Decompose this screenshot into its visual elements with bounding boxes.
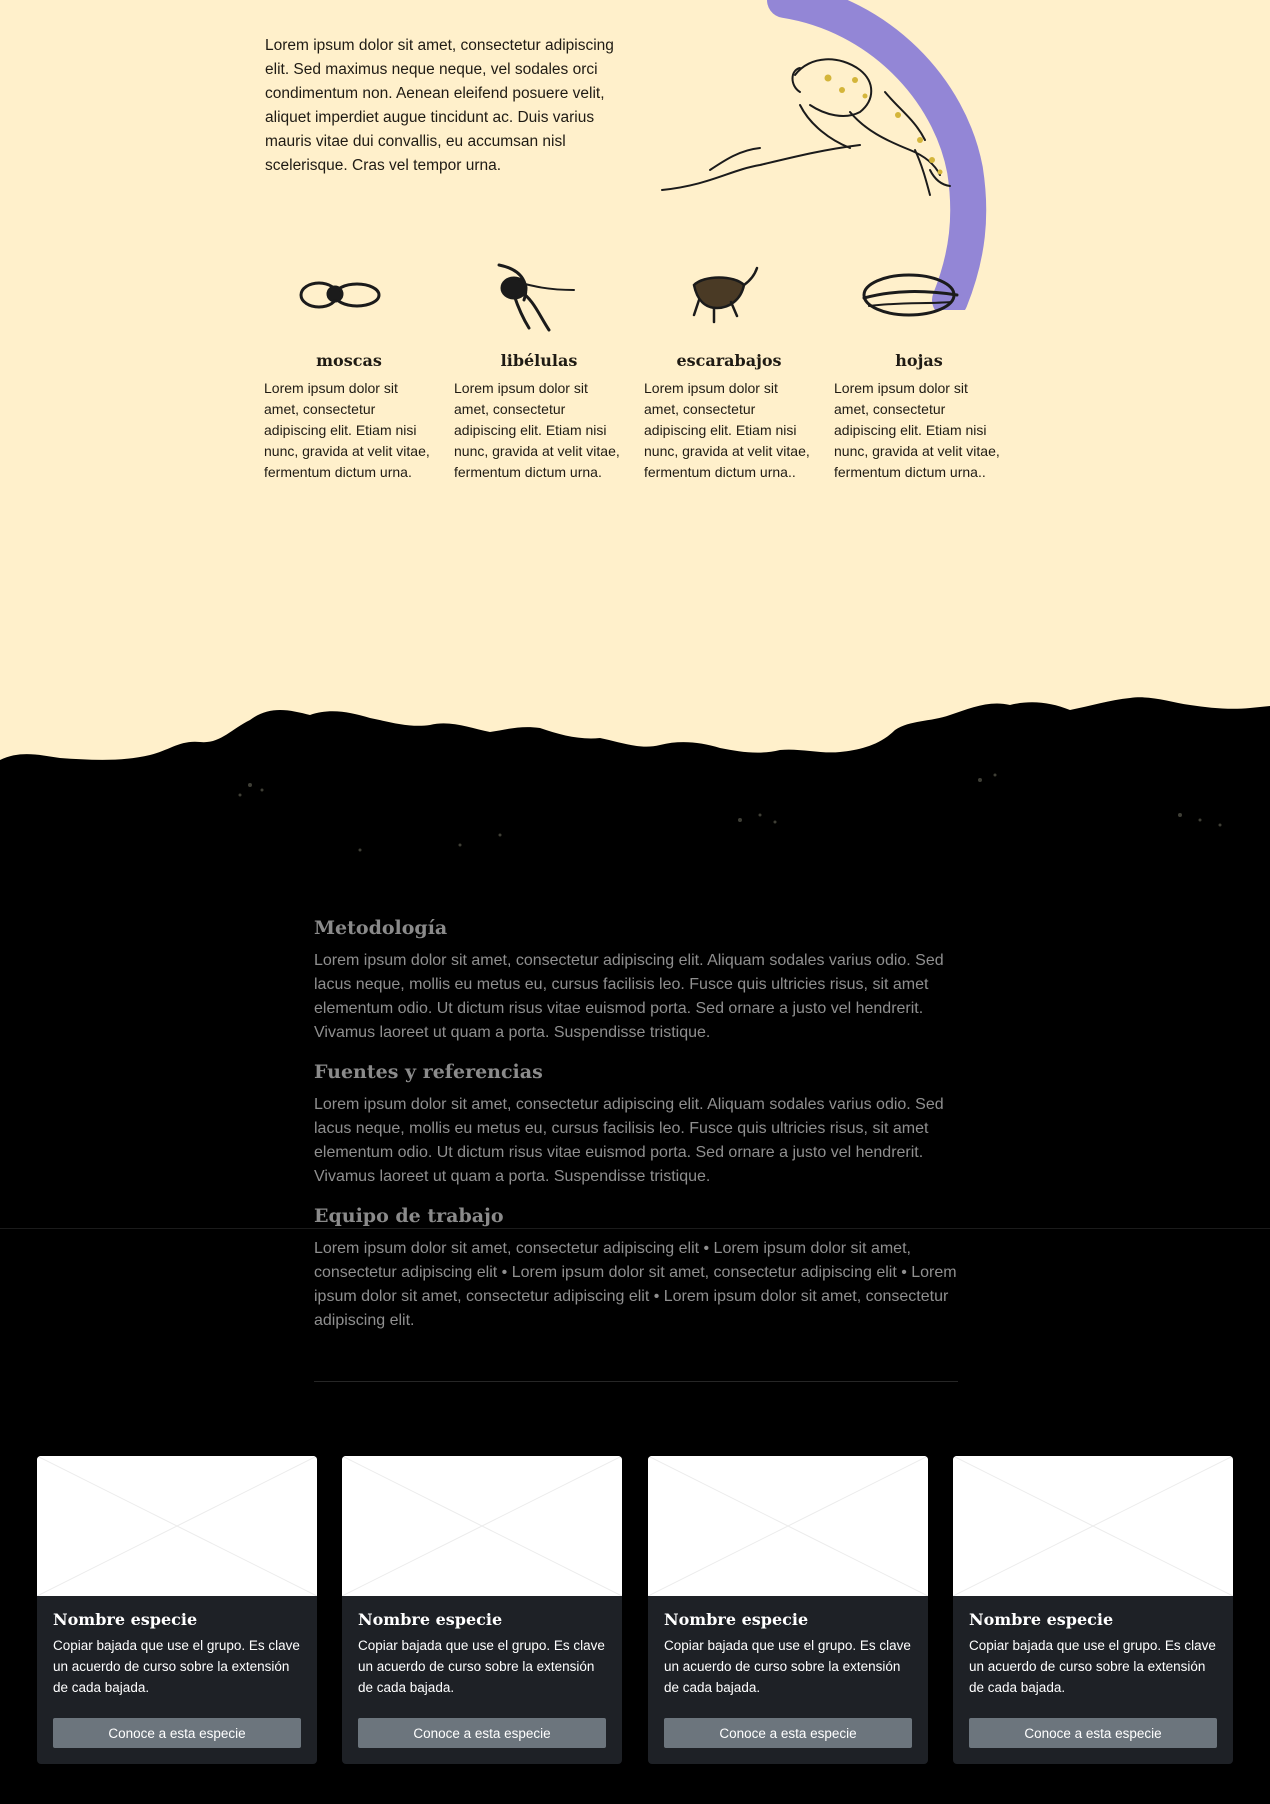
section-title: Fuentes y referencias xyxy=(314,1061,543,1083)
divider xyxy=(314,1381,958,1382)
card-text: Copiar bajada que use el grupo. Es clave… xyxy=(358,1638,605,1695)
section-text: Lorem ipsum dolor sit amet, consectetur … xyxy=(314,1240,957,1329)
diet-title: escarabajos xyxy=(676,351,782,370)
placeholder-image xyxy=(37,1456,317,1596)
section-title: Equipo de trabajo xyxy=(314,1205,504,1227)
leaf-icon xyxy=(862,273,959,317)
diet-text: Lorem ipsum dolor sit amet, consectetur … xyxy=(834,380,1000,480)
diet-text: Lorem ipsum dolor sit amet, consectetur … xyxy=(264,380,430,480)
section-metodologia: Metodología Lorem ipsum dolor sit amet, … xyxy=(314,917,958,1045)
diet-title: moscas xyxy=(316,351,382,370)
species-card: Nombre especie Copiar bajada que use el … xyxy=(648,1456,928,1764)
diet-item-escarabajos: escarabajos Lorem ipsum dolor sit amet, … xyxy=(644,240,814,483)
beetle-icon xyxy=(692,266,759,324)
species-card: Nombre especie Copiar bajada que use el … xyxy=(37,1456,317,1764)
section-text: Lorem ipsum dolor sit amet, consectetur … xyxy=(314,952,944,1041)
section-fuentes: Fuentes y referencias Lorem ipsum dolor … xyxy=(314,1061,958,1189)
section-equipo: Equipo de trabajo Lorem ipsum dolor sit … xyxy=(314,1205,958,1333)
species-card: Nombre especie Copiar bajada que use el … xyxy=(342,1456,622,1764)
card-text: Copiar bajada que use el grupo. Es clave… xyxy=(53,1638,300,1695)
placeholder-image xyxy=(953,1456,1233,1596)
card-text: Copiar bajada que use el grupo. Es clave… xyxy=(969,1638,1216,1695)
card-title: Nombre especie xyxy=(358,1610,503,1629)
card-title: Nombre especie xyxy=(53,1610,198,1629)
fly-icon xyxy=(299,281,381,309)
diet-item-moscas: moscas Lorem ipsum dolor sit amet, conse… xyxy=(264,240,434,483)
diet-title: hojas xyxy=(895,351,943,370)
card-title: Nombre especie xyxy=(664,1610,809,1629)
placeholder-image xyxy=(648,1456,928,1596)
conoce-especie-button[interactable]: Conoce a esta especie xyxy=(664,1718,912,1748)
dragonfly-icon xyxy=(497,263,575,332)
conoce-especie-button[interactable]: Conoce a esta especie xyxy=(53,1718,301,1748)
conoce-especie-button[interactable]: Conoce a esta especie xyxy=(358,1718,606,1748)
diet-item-hojas: hojas Lorem ipsum dolor sit amet, consec… xyxy=(834,240,1004,483)
diet-text: Lorem ipsum dolor sit amet, consectetur … xyxy=(644,380,810,480)
diet-text: Lorem ipsum dolor sit amet, consectetur … xyxy=(454,380,620,480)
rock-silhouette xyxy=(0,697,1270,910)
section-text: Lorem ipsum dolor sit amet, consectetur … xyxy=(314,1096,944,1185)
placeholder-image xyxy=(342,1456,622,1596)
diet-title: libélulas xyxy=(500,351,578,370)
card-title: Nombre especie xyxy=(969,1610,1114,1629)
species-card: Nombre especie Copiar bajada que use el … xyxy=(953,1456,1233,1764)
diet-item-libelulas: libélulas Lorem ipsum dolor sit amet, co… xyxy=(454,240,624,483)
conoce-especie-button[interactable]: Conoce a esta especie xyxy=(969,1718,1217,1748)
card-text: Copiar bajada que use el grupo. Es clave… xyxy=(664,1638,911,1695)
intro-text: Lorem ipsum dolor sit amet, consectetur … xyxy=(265,37,614,174)
section-title: Metodología xyxy=(314,917,448,939)
